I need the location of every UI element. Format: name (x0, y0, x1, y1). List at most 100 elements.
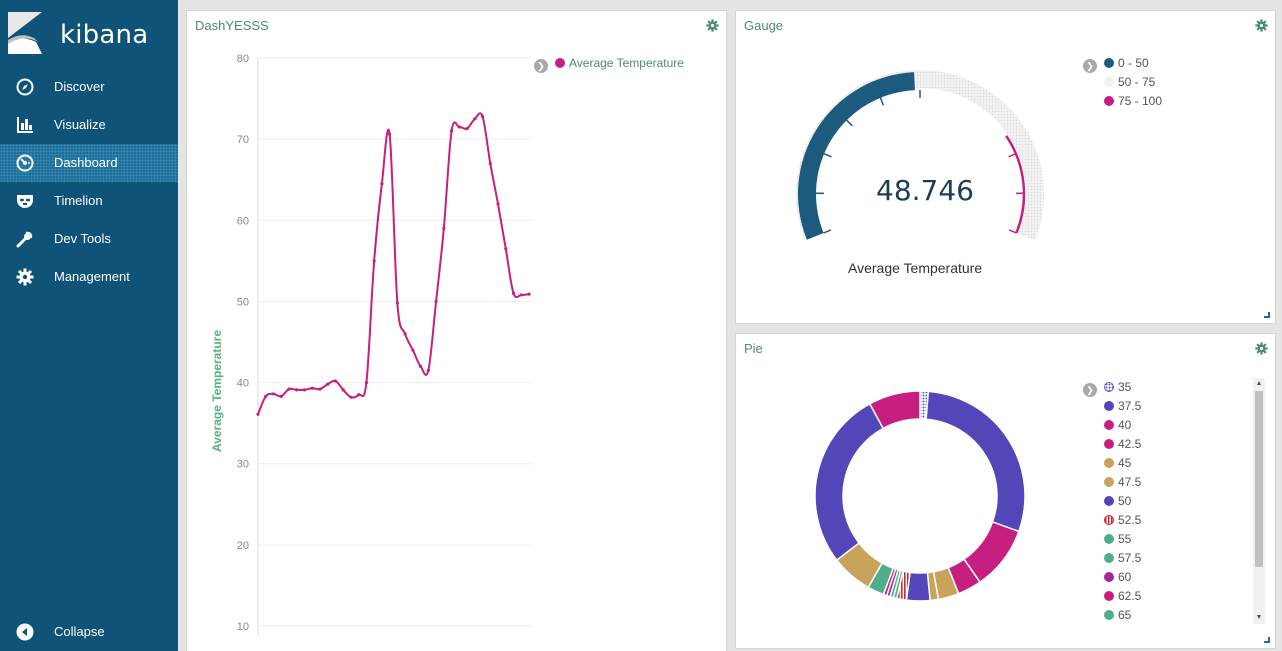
legend-color-dot (1104, 553, 1114, 563)
legend-item[interactable]: 52.5 (1104, 513, 1141, 527)
legend-item[interactable]: 60 (1104, 570, 1131, 584)
data-point[interactable] (318, 387, 322, 391)
data-point[interactable] (295, 388, 299, 392)
sidebar-item-discover[interactable]: Discover (0, 68, 178, 106)
legend-color-dot (1104, 534, 1114, 544)
data-point[interactable] (388, 132, 392, 136)
pie-slice[interactable] (814, 402, 885, 562)
data-point[interactable] (488, 161, 492, 166)
legend-label: 62.5 (1118, 589, 1142, 603)
data-point[interactable] (364, 380, 368, 385)
data-point[interactable] (333, 379, 338, 383)
gauge-value: 48.746 (876, 174, 974, 207)
sidebar-collapse-button[interactable]: Collapse (0, 613, 178, 651)
data-point[interactable] (264, 394, 268, 398)
data-point[interactable] (442, 226, 446, 230)
sidebar-item-management[interactable]: Management (0, 258, 178, 296)
panel-resize-handle[interactable] (1264, 312, 1270, 318)
legend-color-dot (1104, 420, 1114, 430)
kibana-logo[interactable]: kibana (8, 12, 178, 56)
sidebar-item-label: Discover (54, 79, 105, 94)
panel-resize-handle[interactable] (1264, 637, 1270, 643)
bar-chart-icon (17, 117, 33, 133)
data-point[interactable] (511, 291, 516, 295)
data-point[interactable] (480, 114, 485, 119)
legend-item[interactable]: 65 (1104, 608, 1131, 622)
legend-label: 52.5 (1118, 513, 1142, 527)
data-point[interactable] (256, 412, 260, 416)
sidebar-item-visualize[interactable]: Visualize (0, 106, 178, 144)
legend-item[interactable]: 50 (1104, 494, 1131, 508)
scroll-up-arrow-icon[interactable]: ▲ (1253, 378, 1265, 390)
gauge-tick (955, 97, 961, 106)
sidebar-item-timelion[interactable]: Timelion (0, 182, 178, 220)
legend-item[interactable]: 57.5 (1104, 551, 1141, 565)
data-point[interactable] (426, 368, 430, 372)
legend-item[interactable]: 37.5 (1104, 399, 1141, 413)
legend-item-0-50[interactable]: 0 - 50 (1104, 56, 1149, 70)
data-point[interactable] (519, 293, 523, 297)
data-point[interactable] (457, 125, 461, 129)
legend-label: 50 (1118, 494, 1132, 508)
legend-item[interactable]: 47.5 (1104, 475, 1141, 489)
sidebar-item-dev-tools[interactable]: Dev Tools (0, 220, 178, 258)
scroll-down-arrow-icon[interactable]: ▼ (1253, 612, 1265, 624)
legend-color-dot (555, 58, 565, 68)
legend-toggle-button[interactable]: ❯ (534, 59, 548, 73)
data-point[interactable] (380, 182, 384, 186)
data-point[interactable] (527, 292, 531, 296)
data-point[interactable] (271, 392, 276, 396)
legend-item[interactable]: 42.5 (1104, 437, 1141, 451)
y-tick-label: 50 (237, 296, 249, 308)
legend-item[interactable]: 62.5 (1104, 589, 1141, 603)
data-point[interactable] (357, 393, 361, 397)
legend-toggle-button[interactable]: ❯ (1083, 383, 1097, 397)
legend-item[interactable]: 35 (1104, 380, 1131, 394)
legend-label: 55 (1118, 532, 1132, 546)
data-point[interactable] (449, 129, 454, 133)
pie-slice[interactable] (925, 390, 1026, 533)
data-point[interactable] (326, 382, 330, 386)
data-point[interactable] (496, 202, 500, 206)
y-tick-label: 80 (237, 53, 249, 65)
sidebar-item-label: Visualize (54, 117, 106, 132)
wrench-icon (16, 231, 33, 248)
legend-color-dot (1104, 58, 1114, 68)
scroll-thumb[interactable] (1255, 391, 1263, 567)
legend-item[interactable]: 45 (1104, 456, 1131, 470)
data-point[interactable] (310, 386, 314, 390)
data-point[interactable] (434, 299, 438, 304)
kibana-logo-icon (8, 12, 42, 54)
legend-color-dot (1104, 439, 1114, 449)
data-point[interactable] (372, 259, 376, 263)
data-point[interactable] (395, 301, 399, 305)
timelion-mask-icon (17, 195, 33, 208)
legend-label: 35 (1118, 380, 1132, 394)
data-point[interactable] (403, 332, 407, 336)
legend-toggle-button[interactable]: ❯ (1083, 59, 1097, 73)
data-point[interactable] (419, 364, 423, 368)
legend-item[interactable]: 40 (1104, 418, 1131, 432)
legend-color-dot (1104, 610, 1114, 620)
data-point[interactable] (302, 388, 307, 392)
y-tick-label: 20 (237, 540, 249, 552)
data-point[interactable] (279, 394, 283, 398)
legend-item-75-100[interactable]: 75 - 100 (1104, 94, 1162, 108)
data-point[interactable] (473, 117, 477, 121)
gauge-tick (879, 97, 885, 106)
legend-item[interactable]: 55 (1104, 532, 1131, 546)
data-point[interactable] (287, 387, 291, 391)
legend-label: 37.5 (1118, 399, 1142, 413)
sidebar-item-label: Dev Tools (54, 231, 111, 246)
data-point[interactable] (411, 348, 415, 352)
data-point[interactable] (465, 126, 469, 131)
gear-icon (16, 268, 34, 286)
data-point[interactable] (341, 388, 345, 392)
data-point[interactable] (504, 247, 508, 251)
data-point[interactable] (349, 395, 353, 399)
sidebar-item-dashboard[interactable]: Dashboard (0, 144, 178, 182)
legend-scrollbar[interactable]: ▲ ▼ (1253, 378, 1265, 624)
legend-item-50-75[interactable]: 50 - 75 (1104, 75, 1155, 89)
legend-item-average-temperature[interactable]: Average Temperature (555, 56, 684, 70)
sidebar: kibana Discover Visualize Dashboard Time… (0, 0, 178, 651)
